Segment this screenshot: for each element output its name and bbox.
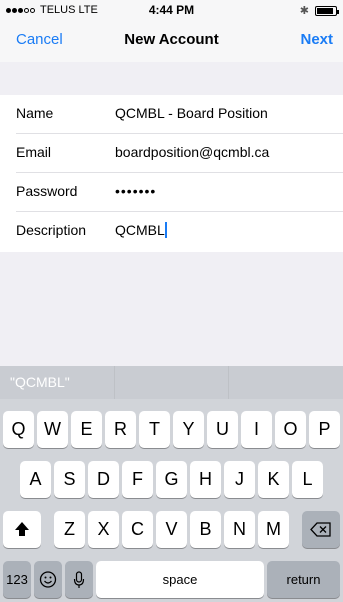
name-label: Name [16,105,54,121]
key-n[interactable]: N [224,511,255,548]
name-field[interactable]: QCMBL - Board Position [115,105,268,121]
return-key[interactable]: return [267,561,340,598]
description-value: QCMBL [115,222,165,238]
suggestion-3[interactable] [228,366,343,399]
key-v[interactable]: V [156,511,187,548]
key-u[interactable]: U [207,411,238,448]
status-right: ✱ [299,4,339,17]
suggestion-2[interactable] [113,366,229,399]
space-key[interactable]: space [96,561,264,598]
key-e[interactable]: E [71,411,102,448]
key-a[interactable]: A [20,461,51,498]
key-k[interactable]: K [258,461,289,498]
key-l[interactable]: L [292,461,323,498]
emoji-key[interactable] [34,561,62,598]
emoji-icon [39,571,57,588]
key-j[interactable]: J [224,461,255,498]
password-field[interactable]: ••••••• [115,183,156,199]
email-field[interactable]: boardposition@qcmbl.ca [115,144,269,160]
description-field[interactable]: QCMBL [115,222,167,238]
dictation-key[interactable] [65,561,93,598]
status-time: 4:44 PM [148,3,195,17]
numbers-key[interactable]: 123 [3,561,31,598]
key-g[interactable]: G [156,461,187,498]
backspace-icon [310,522,331,537]
battery-level [317,7,334,14]
text-cursor [164,222,167,238]
shift-key[interactable] [3,511,41,548]
cancel-button[interactable]: Cancel [16,31,63,48]
nav-bar: Cancel New Account Next [0,20,343,62]
key-m[interactable]: M [258,511,289,548]
status-bar: TELUS LTE 4:44 PM ✱ [0,0,343,20]
key-c[interactable]: C [122,511,153,548]
keyboard: "QCMBL" Q W E R T Y U I O P A S D F G H … [0,366,343,602]
email-label: Email [16,144,52,160]
password-row[interactable]: Password ••••••• [0,173,343,212]
microphone-icon [73,571,85,588]
key-w[interactable]: W [37,411,68,448]
name-row[interactable]: Name QCMBL - Board Position [0,95,343,134]
shift-icon [15,522,29,536]
account-form: Name QCMBL - Board Position Email boardp… [0,95,343,252]
suggestion-bar: "QCMBL" [0,366,343,399]
key-z[interactable]: Z [54,511,85,548]
key-q[interactable]: Q [3,411,34,448]
key-h[interactable]: H [190,461,221,498]
password-label: Password [16,183,78,199]
key-r[interactable]: R [105,411,136,448]
key-y[interactable]: Y [173,411,204,448]
key-i[interactable]: I [241,411,272,448]
key-p[interactable]: P [309,411,340,448]
key-x[interactable]: X [88,511,119,548]
key-s[interactable]: S [54,461,85,498]
email-row[interactable]: Email boardposition@qcmbl.ca [0,134,343,173]
battery-icon [315,5,339,16]
description-label: Description [16,222,87,238]
delete-key[interactable] [302,511,340,548]
next-button[interactable]: Next [300,31,333,48]
description-row[interactable]: Description QCMBL [0,212,343,251]
suggestion-1[interactable]: "QCMBL" [0,366,114,399]
key-b[interactable]: B [190,511,221,548]
key-f[interactable]: F [122,461,153,498]
key-o[interactable]: O [275,411,306,448]
key-t[interactable]: T [139,411,170,448]
key-d[interactable]: D [88,461,119,498]
bluetooth-icon: ✱ [299,5,309,17]
